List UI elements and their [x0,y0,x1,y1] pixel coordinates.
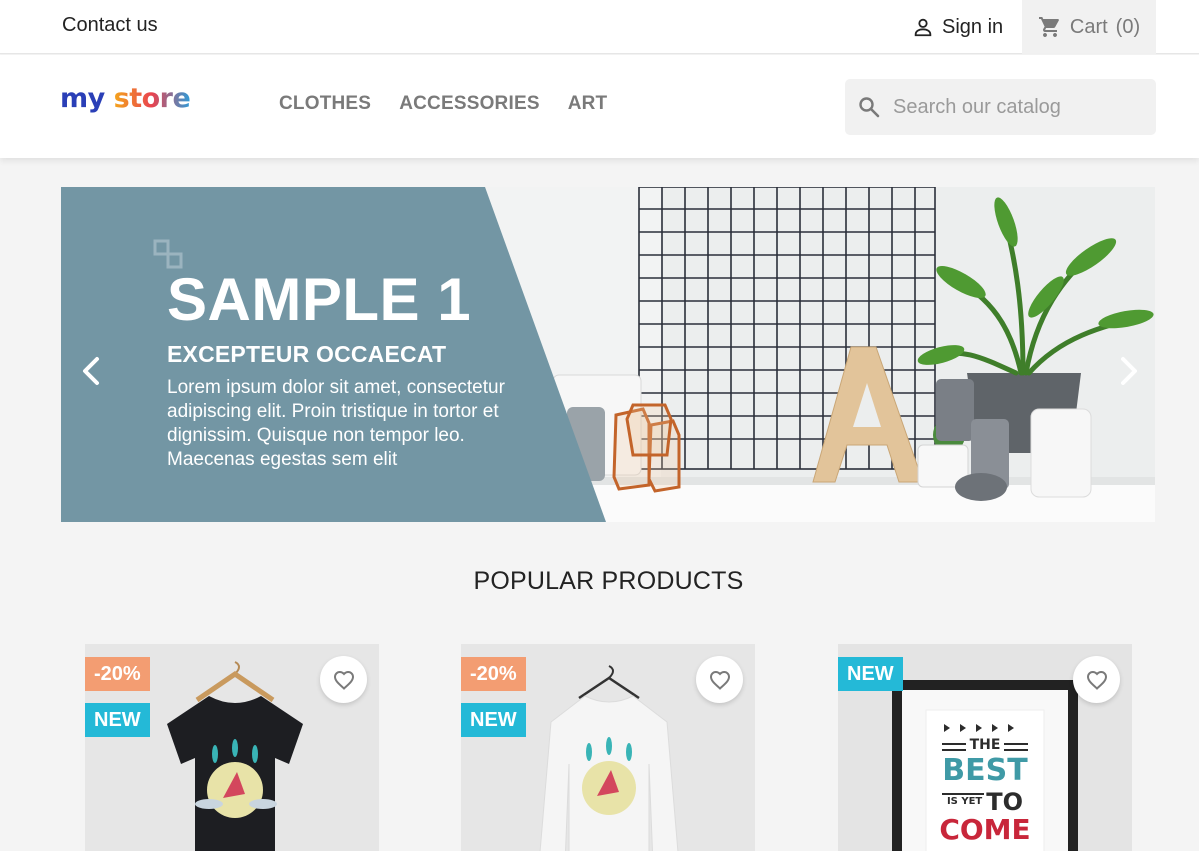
chevron-left-icon[interactable] [77,351,107,391]
sign-in-link[interactable]: Sign in [912,14,1003,40]
heart-icon [333,670,354,690]
search-box [845,79,1156,135]
nav-item-art[interactable]: ART [568,93,608,115]
poster-line: COME [939,813,1031,846]
section-title: POPULAR PRODUCTS [473,567,744,595]
chevron-right-icon[interactable] [1113,351,1143,391]
slide-subtitle: EXCEPTEUR OCCAECAT [167,341,447,367]
discount-flag: -20% [85,657,150,691]
new-flag: NEW [85,703,150,737]
slide-caption: SAMPLE 1 EXCEPTEUR OCCAECAT Lorem ipsum … [167,267,547,472]
poster-line: THE [969,737,1001,753]
search-input[interactable] [893,95,1133,119]
wishlist-button[interactable] [320,656,367,703]
cart-icon [1038,17,1059,37]
poster-line: BEST [942,753,1028,788]
sign-in-label: Sign in [942,15,1004,38]
cart-label: Cart [1069,15,1108,38]
poster-line: TO [986,788,1024,816]
slide-title: SAMPLE 1 [167,266,472,333]
poster-text: THE BEST IS YET TO COME [932,738,1038,844]
homepage-carousel[interactable]: SAMPLE 1 EXCEPTEUR OCCAECAT Lorem ipsum … [61,187,1155,522]
logo-word-my: my [60,83,105,114]
new-flag: NEW [838,657,903,691]
logo-word-store: store [113,83,191,114]
nav-item-accessories[interactable]: ACCESSORIES [399,93,540,115]
nav-item-clothes[interactable]: CLOTHES [279,93,371,115]
wishlist-button[interactable] [696,656,743,703]
product-card[interactable]: -20% NEW [461,644,755,851]
product-card[interactable]: THE BEST IS YET TO COME NEW [838,644,1132,851]
cart-count: (0) [1115,15,1141,38]
heart-icon [709,670,730,690]
heart-icon [1086,670,1107,690]
user-icon [914,18,932,37]
main-header: my store CLOTHES ACCESSORIES ART [0,55,1199,158]
poster-line: IS YET [946,796,983,807]
search-icon[interactable] [857,95,881,119]
wishlist-button[interactable] [1073,656,1120,703]
main-nav: CLOTHES ACCESSORIES ART [279,93,607,115]
store-logo[interactable]: my store [60,83,191,114]
contact-us-link[interactable]: Contact us [62,14,158,37]
product-card[interactable]: -20% NEW [85,644,379,851]
slide-description: Lorem ipsum dolor sit amet, consectetur … [167,377,505,470]
top-bar: Contact us Sign in Cart (0) [0,0,1199,54]
cart-button[interactable]: Cart (0) [1022,0,1156,54]
discount-flag: -20% [461,657,526,691]
new-flag: NEW [461,703,526,737]
